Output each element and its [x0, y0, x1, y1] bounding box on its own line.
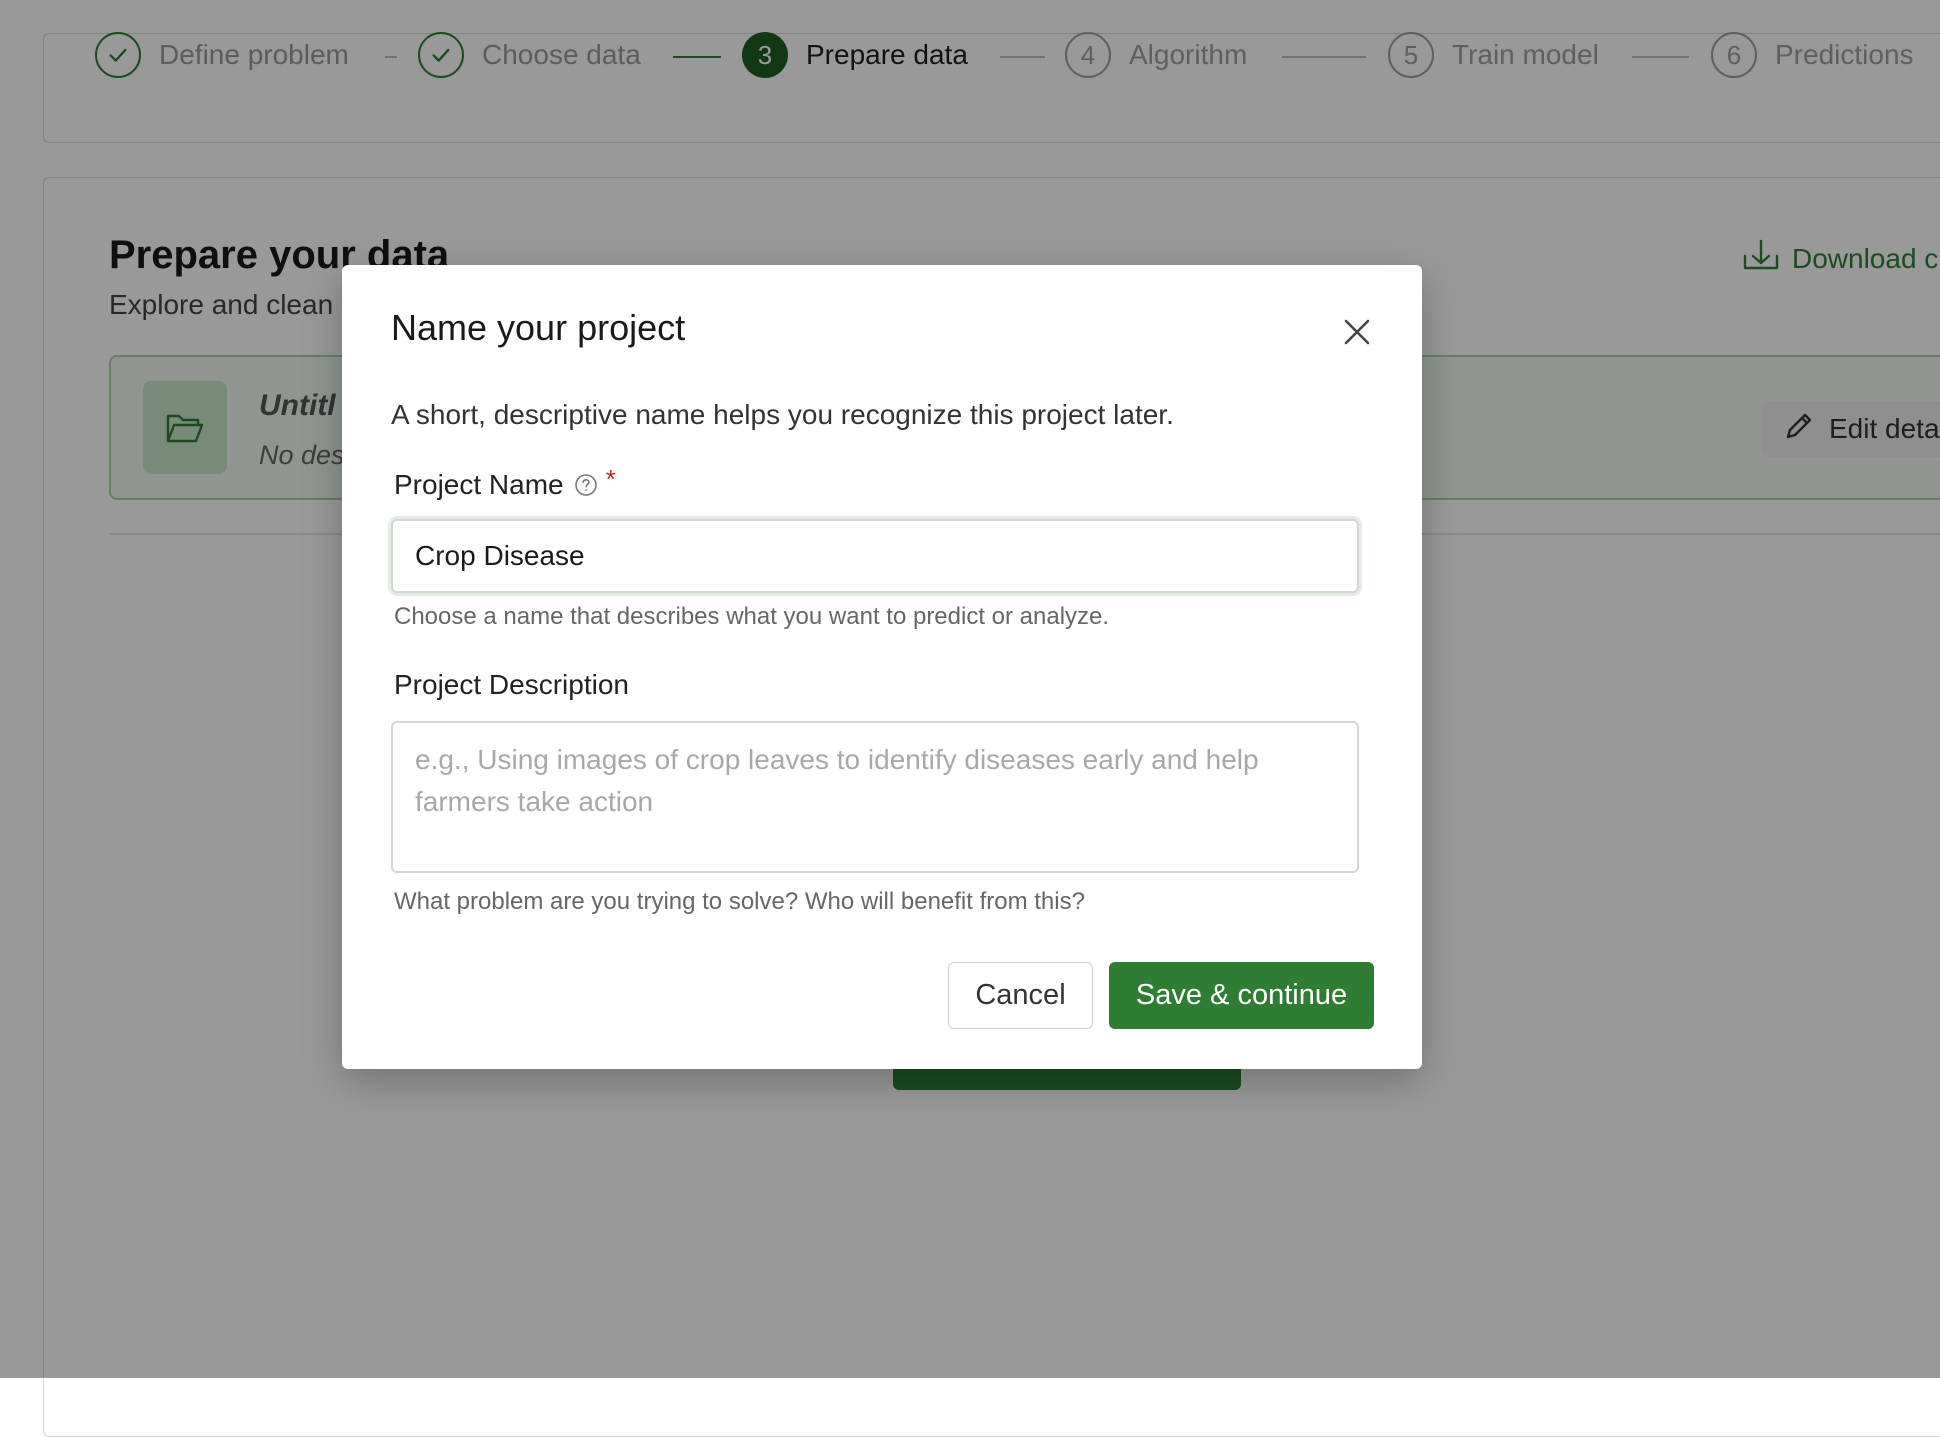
- required-indicator: *: [605, 463, 616, 494]
- dialog-title: Name your project: [391, 307, 686, 348]
- cancel-button[interactable]: Cancel: [948, 962, 1093, 1029]
- project-name-label-text: Project Name: [394, 469, 564, 500]
- project-description-label-text: Project Description: [394, 669, 629, 700]
- project-description-input[interactable]: [391, 721, 1359, 873]
- name-project-dialog: Name your project A short, descriptive n…: [342, 265, 1422, 1069]
- project-description-help: What problem are you trying to solve? Wh…: [394, 888, 1085, 915]
- project-name-help: Choose a name that describes what you wa…: [394, 603, 1110, 630]
- dialog-intro-text: A short, descriptive name helps you reco…: [391, 399, 1174, 430]
- project-description-label: Project Description: [394, 669, 629, 701]
- save-continue-button[interactable]: Save & continue: [1109, 962, 1374, 1029]
- project-name-input[interactable]: [391, 519, 1359, 593]
- help-circle-icon[interactable]: [574, 473, 598, 497]
- project-name-label: Project Name *: [394, 464, 616, 501]
- close-icon[interactable]: [1337, 312, 1377, 352]
